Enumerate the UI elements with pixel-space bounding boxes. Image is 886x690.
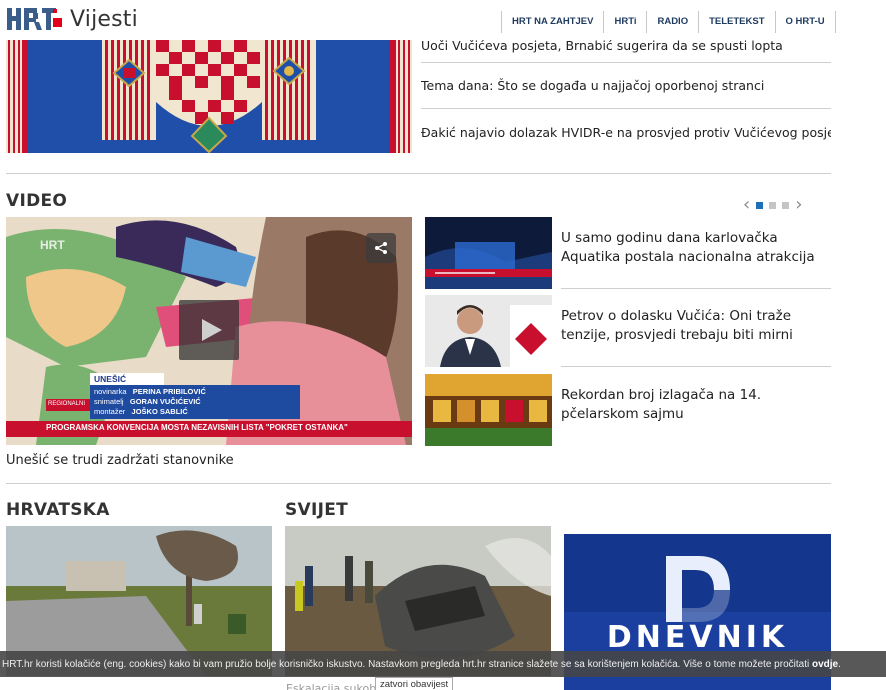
svijet-section-title[interactable]: SVIJET <box>285 500 348 520</box>
cookie-notice-end: . <box>838 658 841 670</box>
chevron-left-icon[interactable]: ‹ <box>743 196 750 214</box>
nav-o-hrt-u[interactable]: O HRT-U <box>774 11 836 33</box>
side-video-item[interactable]: Petrov o dolasku Vučića: Oni traže tenzi… <box>425 295 831 367</box>
nav-hrti[interactable]: HRTi <box>603 11 646 33</box>
top-news-list: Uoči Vučićeva posjeta, Brnabić sugerira … <box>421 26 831 155</box>
video-overlay-credits: novinarka PERINA PRIBILOVIĆ snimatelj GO… <box>94 387 206 417</box>
video-carousel-controls: ‹ › <box>743 196 802 214</box>
video-overlay-badge: REGIONALNI <box>48 401 86 407</box>
side-video-title[interactable]: U samo godinu dana karlovačka Aquatika p… <box>561 229 831 267</box>
credit-role: montažer <box>94 407 126 416</box>
side-video-divider <box>561 366 831 367</box>
share-button[interactable] <box>366 233 396 263</box>
credit-name: JOŠKO SABLIĆ <box>131 407 188 416</box>
side-video-item[interactable]: U samo godinu dana karlovačka Aquatika p… <box>425 217 831 289</box>
share-icon <box>375 242 387 254</box>
cookie-more-link[interactable]: ovdje <box>812 659 838 670</box>
carousel-dot[interactable] <box>769 201 777 209</box>
obscured-story-title: Eskalacija sukoba <box>286 682 383 690</box>
cookie-notice-text: HRT.hr koristi kolačiće (eng. cookies) k… <box>0 659 841 670</box>
video-section-title[interactable]: VIDEO <box>6 191 67 211</box>
play-icon[interactable] <box>179 300 239 360</box>
credit-role: snimatelj <box>94 397 124 406</box>
credit-name: PERINA PRIBILOVIĆ <box>132 387 206 396</box>
side-video-item[interactable]: Rekordan broj izlagača na 14. pčelarskom… <box>425 374 831 446</box>
honey-fair-thumbnail-image <box>425 374 552 446</box>
side-video-thumbnail[interactable] <box>425 295 552 367</box>
cookie-notice-bar: HRT.hr koristi kolačiće (eng. cookies) k… <box>0 651 886 677</box>
chevron-right-icon[interactable]: › <box>795 196 802 214</box>
top-news-item[interactable]: Tema dana: Što se događa u najjačoj opor… <box>421 63 831 109</box>
interview-thumbnail-image <box>425 295 552 367</box>
side-video-divider <box>561 288 831 289</box>
cookie-notice-message: HRT.hr koristi kolačiće (eng. cookies) k… <box>2 658 812 670</box>
nav-radio[interactable]: RADIO <box>646 11 698 33</box>
top-news-item[interactable]: Đakić najavio dolazak HVIDR-e na prosvje… <box>421 109 831 155</box>
video-overlay-place: UNEŠIĆ <box>94 374 127 384</box>
hrvatska-section-title[interactable]: HRVATSKA <box>6 500 110 520</box>
close-cookie-notice-button[interactable]: zatvori obavijest <box>375 677 454 690</box>
dnevnik-label: DNEVNIK <box>606 620 789 655</box>
top-navigation: HRT NA ZAHTJEV HRTi RADIO TELETEKST O HR… <box>501 11 836 33</box>
video-overlay-ticker: PROGRAMSKA KONVENCIJA MOSTA NEZAVISNIH L… <box>46 423 348 432</box>
coat-of-arms-flag-image <box>6 40 412 153</box>
svg-text:HRT: HRT <box>40 238 65 252</box>
side-video-thumbnail[interactable] <box>425 374 552 446</box>
nav-teletekst[interactable]: TELETEKST <box>698 11 774 33</box>
hrt-logo-icon <box>6 6 64 32</box>
nav-hrt-na-zahtjev[interactable]: HRT NA ZAHTJEV <box>501 11 603 33</box>
side-video-title[interactable]: Rekordan broj izlagača na 14. pčelarskom… <box>561 386 831 424</box>
main-video-player[interactable]: HRT UNEŠIĆ novinarka PERINA PRIBILOVIĆ s… <box>6 217 412 445</box>
carousel-dot[interactable] <box>756 201 764 209</box>
site-section-name: Vijesti <box>70 6 138 32</box>
side-video-thumbnail[interactable] <box>425 217 552 289</box>
credit-role: novinarka <box>94 387 127 396</box>
section-divider <box>6 173 831 174</box>
carousel-dot[interactable] <box>782 201 790 209</box>
site-header: Vijesti HRT NA ZAHTJEV HRTi RADIO TELETE… <box>0 0 886 40</box>
top-story-image[interactable] <box>6 40 412 153</box>
main-video-caption[interactable]: Unešić se trudi zadržati stanovnike <box>6 453 234 468</box>
hrt-logo[interactable]: Vijesti <box>6 4 138 34</box>
credit-name: GORAN VUČIĆEVIĆ <box>129 397 201 406</box>
section-divider <box>6 483 831 484</box>
aquarium-thumbnail-image <box>425 217 552 289</box>
side-video-title[interactable]: Petrov o dolasku Vučića: Oni traže tenzi… <box>561 307 831 345</box>
